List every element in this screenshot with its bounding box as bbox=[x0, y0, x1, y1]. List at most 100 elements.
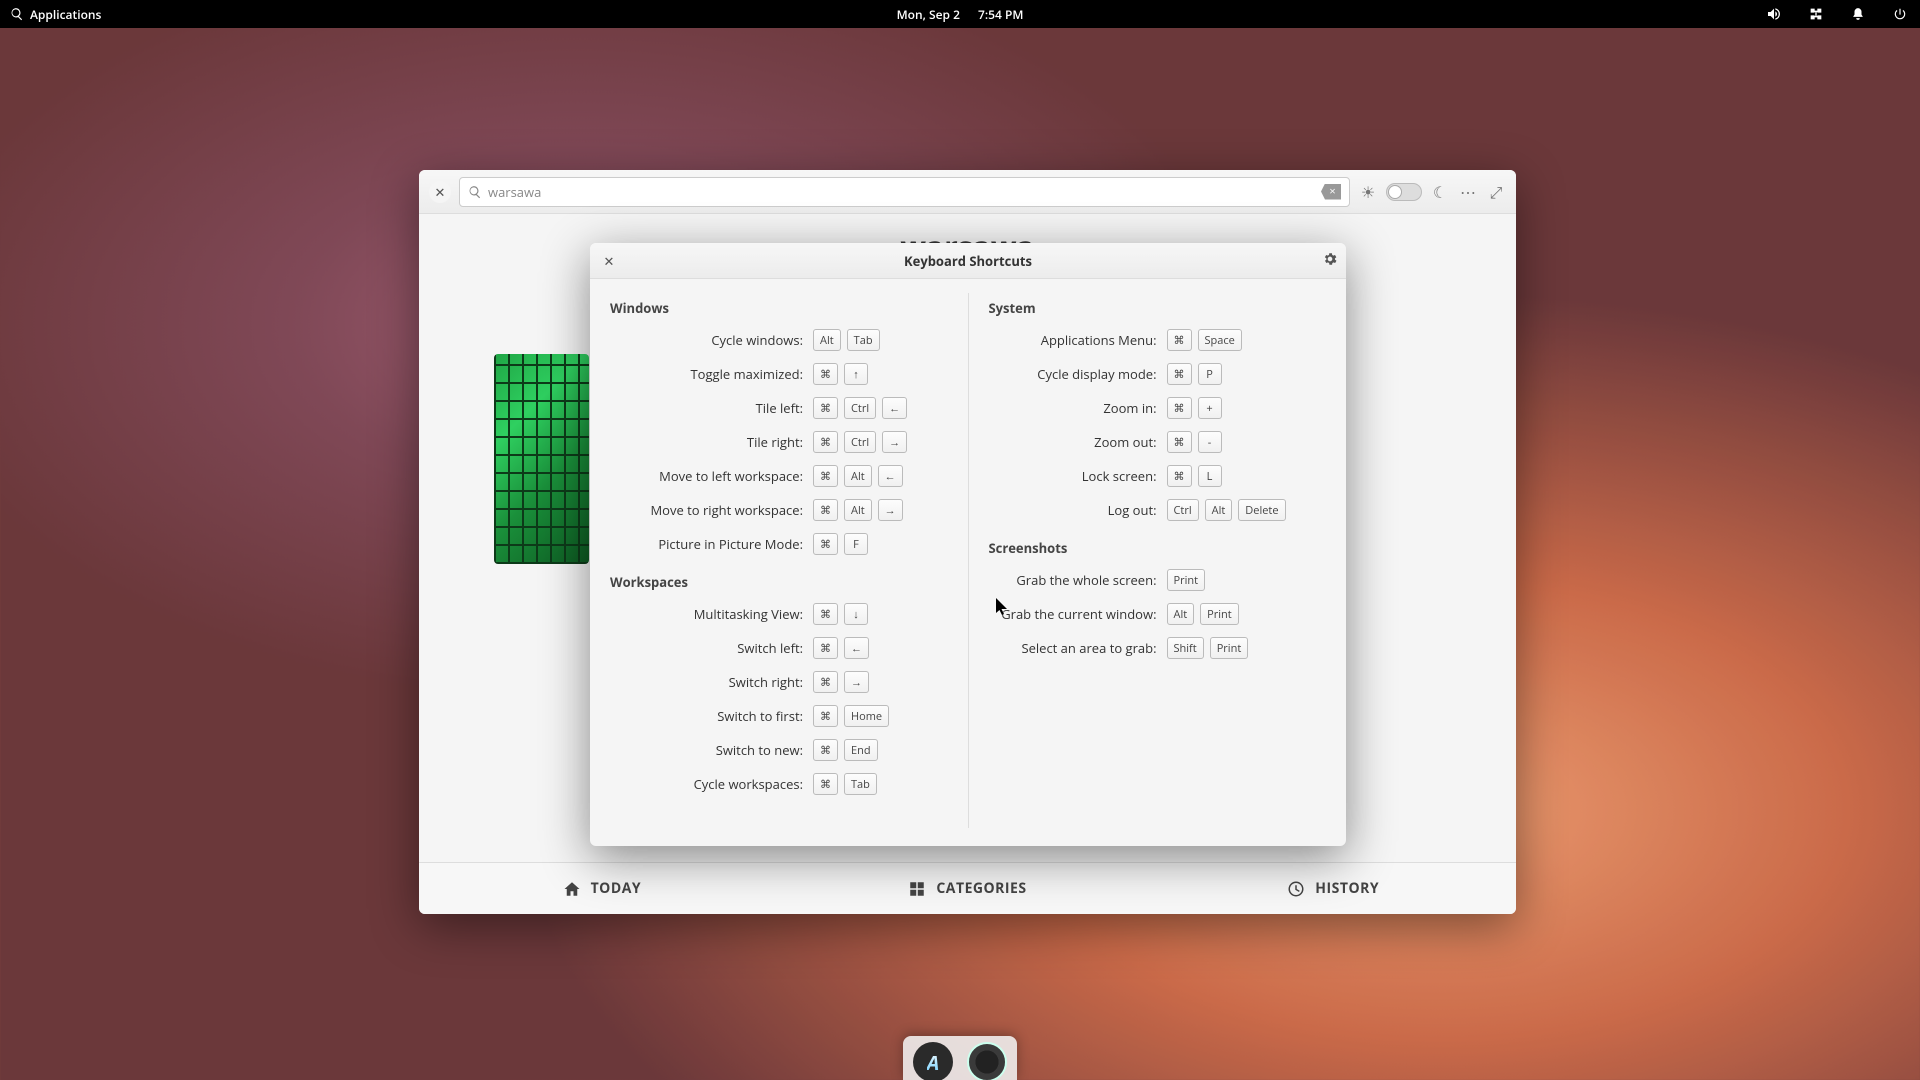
shortcut-row[interactable]: Lock screen:⌘L bbox=[987, 463, 1329, 489]
keycap: Alt bbox=[844, 465, 872, 487]
shortcut-keys: ⌘← bbox=[813, 637, 869, 659]
home-icon bbox=[563, 880, 581, 898]
dialog-left-column: Windows Cycle windows:AltTabToggle maxim… bbox=[608, 293, 969, 828]
shortcut-row[interactable]: Switch to first:⌘Home bbox=[608, 703, 950, 729]
tab-today[interactable]: TODAY bbox=[419, 863, 785, 914]
dock-app-appcenter[interactable]: A bbox=[913, 1042, 953, 1080]
network-icon[interactable] bbox=[1806, 6, 1826, 22]
clear-search-icon[interactable] bbox=[1321, 184, 1341, 200]
keycap: ← bbox=[844, 637, 869, 659]
volume-icon[interactable] bbox=[1764, 6, 1784, 22]
expand-icon[interactable]: ⤢ bbox=[1486, 181, 1506, 203]
tab-categories-label: CATEGORIES bbox=[936, 879, 1026, 898]
tab-today-label: TODAY bbox=[591, 879, 642, 898]
shortcut-label: Switch to new: bbox=[608, 741, 813, 759]
shortcut-row[interactable]: Grab the current window:AltPrint bbox=[987, 601, 1329, 627]
shortcut-row[interactable]: Multitasking View:⌘↓ bbox=[608, 601, 950, 627]
keycap: Ctrl bbox=[844, 397, 876, 419]
shortcut-row[interactable]: Applications Menu:⌘Space bbox=[987, 327, 1329, 353]
shortcut-keys: ⌘→ bbox=[813, 671, 869, 693]
shortcut-row[interactable]: Log out:CtrlAltDelete bbox=[987, 497, 1329, 523]
shortcut-label: Switch right: bbox=[608, 673, 813, 691]
keycap: ⌘ bbox=[1167, 431, 1192, 453]
keycap: ⌘ bbox=[813, 637, 838, 659]
section-windows-title: Windows bbox=[610, 299, 950, 317]
shortcut-label: Move to right workspace: bbox=[608, 501, 813, 519]
keycap: Ctrl bbox=[844, 431, 876, 453]
search-input[interactable] bbox=[488, 183, 1315, 201]
shortcut-keys: Shift Print bbox=[1167, 637, 1249, 659]
shortcut-keys: ⌘Alt→ bbox=[813, 499, 903, 521]
keycap: Alt bbox=[813, 329, 841, 351]
shortcut-row[interactable]: Tile right:⌘Ctrl→ bbox=[608, 429, 950, 455]
keycap: ⌘ bbox=[813, 431, 838, 453]
top-panel: Applications Mon, Sep 2 7:54 PM bbox=[0, 0, 1920, 28]
keycap: ⌘ bbox=[813, 499, 838, 521]
keycap: ⌘ bbox=[813, 739, 838, 761]
shortcut-row[interactable]: Zoom out:⌘- bbox=[987, 429, 1329, 455]
keycap: Print bbox=[1210, 637, 1249, 659]
shortcut-label: Picture in Picture Mode: bbox=[608, 535, 813, 553]
shortcut-row[interactable]: Tile left:⌘Ctrl← bbox=[608, 395, 950, 421]
parent-headerbar: ✕ ☀ ☾ ⋯ ⤢ bbox=[419, 170, 1516, 214]
moon-icon: ☾ bbox=[1430, 181, 1450, 203]
shortcut-row[interactable]: Cycle windows:AltTab bbox=[608, 327, 950, 353]
keycap: - bbox=[1198, 431, 1222, 453]
keycap: ⌘ bbox=[813, 363, 838, 385]
shortcut-keys: ⌘Ctrl→ bbox=[813, 431, 907, 453]
tab-history[interactable]: HISTORY bbox=[1150, 863, 1516, 914]
result-image[interactable] bbox=[494, 354, 589, 564]
keycap: L bbox=[1198, 465, 1222, 487]
dock-app-camera[interactable] bbox=[967, 1042, 1007, 1080]
keycap: Ctrl bbox=[1167, 499, 1199, 521]
section-system-title: System bbox=[989, 299, 1329, 317]
shortcut-row[interactable]: Switch to new:⌘End bbox=[608, 737, 950, 763]
dialog-body: Windows Cycle windows:AltTabToggle maxim… bbox=[590, 279, 1346, 846]
shortcut-row[interactable]: Switch right:⌘→ bbox=[608, 669, 950, 695]
keycap: ⌘ bbox=[813, 773, 838, 795]
panel-date: Mon, Sep 2 bbox=[897, 6, 960, 23]
parent-footer: TODAY CATEGORIES HISTORY bbox=[419, 862, 1516, 914]
shortcut-row[interactable]: Select an area to grab:ShiftPrint bbox=[987, 635, 1329, 661]
keycap: F bbox=[844, 533, 868, 555]
shortcut-label: Cycle display mode: bbox=[987, 365, 1167, 383]
keycap: Tab bbox=[847, 329, 880, 351]
shortcut-row[interactable]: Picture in Picture Mode:⌘ F bbox=[608, 531, 950, 557]
shortcut-keys: ⌘P bbox=[1167, 363, 1222, 385]
shortcut-keys: ⌘Ctrl← bbox=[813, 397, 907, 419]
clock-area[interactable]: Mon, Sep 2 7:54 PM bbox=[897, 6, 1024, 23]
shortcut-row[interactable]: Move to right workspace:⌘Alt→ bbox=[608, 497, 950, 523]
shortcut-row[interactable]: Zoom in:⌘+ bbox=[987, 395, 1329, 421]
power-icon[interactable] bbox=[1890, 7, 1910, 21]
shortcut-keys: ⌘Space bbox=[1167, 329, 1242, 351]
shortcut-row[interactable]: Switch left:⌘← bbox=[608, 635, 950, 661]
dark-mode-toggle[interactable] bbox=[1386, 183, 1422, 201]
shortcut-row[interactable]: Move to left workspace:⌘Alt← bbox=[608, 463, 950, 489]
shortcut-row[interactable]: Toggle maximized:⌘↑ bbox=[608, 361, 950, 387]
search-field[interactable] bbox=[459, 177, 1350, 207]
shortcut-keys: AltPrint bbox=[1167, 603, 1239, 625]
shortcut-label: Applications Menu: bbox=[987, 331, 1167, 349]
shortcut-label: Switch to first: bbox=[608, 707, 813, 725]
shortcut-row[interactable]: Cycle workspaces:⌘Tab bbox=[608, 771, 950, 797]
shortcut-row[interactable]: Cycle display mode:⌘P bbox=[987, 361, 1329, 387]
sun-icon: ☀ bbox=[1358, 181, 1378, 203]
settings-button[interactable] bbox=[1322, 250, 1338, 272]
shortcut-label: Cycle workspaces: bbox=[608, 775, 813, 793]
tab-history-label: HISTORY bbox=[1315, 879, 1379, 898]
keycap: ⌘ bbox=[813, 533, 838, 555]
applications-label: Applications bbox=[30, 6, 101, 23]
shortcut-row[interactable]: Grab the whole screen:Print bbox=[987, 567, 1329, 593]
applications-menu[interactable]: Applications bbox=[10, 6, 101, 23]
shortcut-label: Toggle maximized: bbox=[608, 365, 813, 383]
keycap: Shift bbox=[1167, 637, 1204, 659]
keycap: Home bbox=[844, 705, 889, 727]
shortcut-keys: ⌘End bbox=[813, 739, 878, 761]
tab-categories[interactable]: CATEGORIES bbox=[785, 863, 1151, 914]
dialog-close-button[interactable]: ✕ bbox=[598, 250, 620, 272]
parent-close-button[interactable]: ✕ bbox=[429, 181, 451, 203]
menu-icon[interactable]: ⋯ bbox=[1458, 181, 1478, 203]
shortcut-label: Log out: bbox=[987, 501, 1167, 519]
notifications-icon[interactable] bbox=[1848, 6, 1868, 22]
keycap: ⌘ bbox=[813, 465, 838, 487]
